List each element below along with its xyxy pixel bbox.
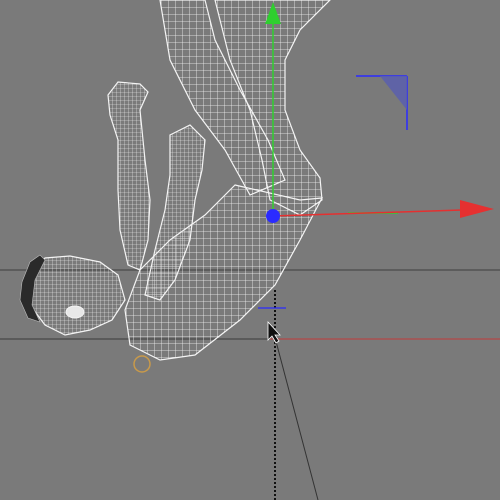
figure-head <box>29 255 126 336</box>
perspective-line <box>272 329 319 500</box>
arrow-cursor-icon <box>267 320 281 344</box>
gizmo-arrow-x-icon[interactable] <box>460 200 494 218</box>
joint-marker[interactable] <box>133 355 151 373</box>
view-axis-indicator <box>356 75 408 130</box>
figure-ear <box>65 305 85 319</box>
gizmo-center-icon[interactable] <box>266 209 280 223</box>
human-figure-mesh[interactable] <box>19 0 331 373</box>
figure-arm-left <box>107 81 151 271</box>
viewport-canvas[interactable] <box>0 0 500 500</box>
3d-viewport[interactable] <box>0 0 500 500</box>
